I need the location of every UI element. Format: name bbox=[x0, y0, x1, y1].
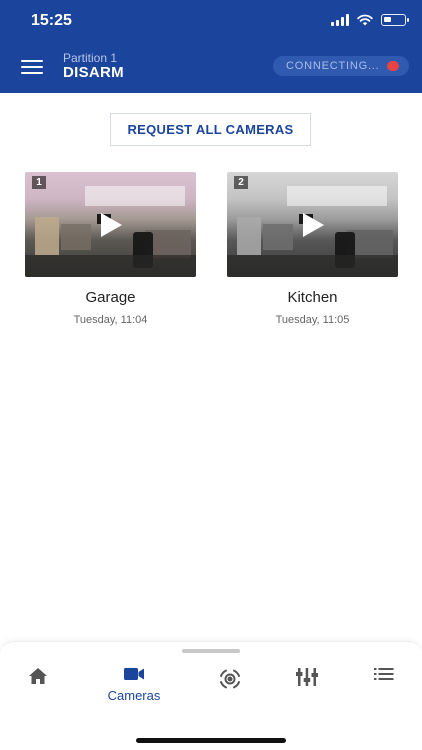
sliders-icon bbox=[296, 668, 318, 686]
connection-status-text: CONNECTING... bbox=[286, 60, 380, 72]
battery-icon bbox=[381, 14, 409, 26]
nav-cameras-label: Cameras bbox=[107, 688, 161, 703]
nav-list[interactable] bbox=[354, 667, 414, 727]
camera-thumbnail[interactable]: 2 bbox=[227, 172, 398, 277]
app-header: 15:25 Partition 1 DISARM CONNECTING... bbox=[0, 0, 422, 93]
video-camera-icon bbox=[124, 668, 144, 680]
wifi-icon bbox=[357, 14, 373, 26]
camera-thumbnail[interactable]: 1 bbox=[25, 172, 196, 277]
camera-name: Kitchen bbox=[287, 289, 338, 306]
partition-state[interactable]: DISARM bbox=[63, 64, 124, 81]
camera-number-badge: 1 bbox=[32, 176, 46, 189]
camera-timestamp: Tuesday, 11:04 bbox=[73, 314, 148, 326]
hamburger-menu-icon[interactable] bbox=[21, 60, 43, 74]
status-icons bbox=[331, 14, 409, 26]
connection-status-pill: CONNECTING... bbox=[273, 56, 409, 76]
play-icon[interactable] bbox=[101, 213, 122, 237]
camera-name: Garage bbox=[85, 289, 136, 306]
motion-sensor-icon bbox=[220, 669, 240, 689]
connection-status-dot bbox=[387, 61, 399, 71]
partition-label: Partition 1 bbox=[63, 51, 118, 65]
bottom-navigation: Cameras bbox=[0, 641, 422, 750]
nav-sensors[interactable] bbox=[200, 667, 260, 727]
play-icon[interactable] bbox=[303, 213, 324, 237]
nav-home[interactable] bbox=[8, 667, 68, 727]
drag-handle[interactable] bbox=[182, 649, 240, 653]
request-all-cameras-button[interactable]: REQUEST ALL CAMERAS bbox=[110, 113, 311, 146]
camera-timestamp: Tuesday, 11:05 bbox=[275, 314, 350, 326]
home-icon bbox=[29, 668, 47, 684]
camera-card[interactable]: 2 Kitchen Tuesday, 11:05 bbox=[227, 172, 398, 326]
cellular-signal-icon bbox=[331, 14, 349, 26]
list-icon bbox=[374, 668, 394, 680]
nav-controls[interactable] bbox=[277, 667, 337, 727]
camera-number-badge: 2 bbox=[234, 176, 248, 189]
nav-cameras[interactable]: Cameras bbox=[104, 667, 164, 727]
status-time: 15:25 bbox=[31, 12, 72, 29]
home-indicator[interactable] bbox=[136, 738, 286, 743]
camera-card[interactable]: 1 Garage Tuesday, 11:04 bbox=[25, 172, 196, 326]
